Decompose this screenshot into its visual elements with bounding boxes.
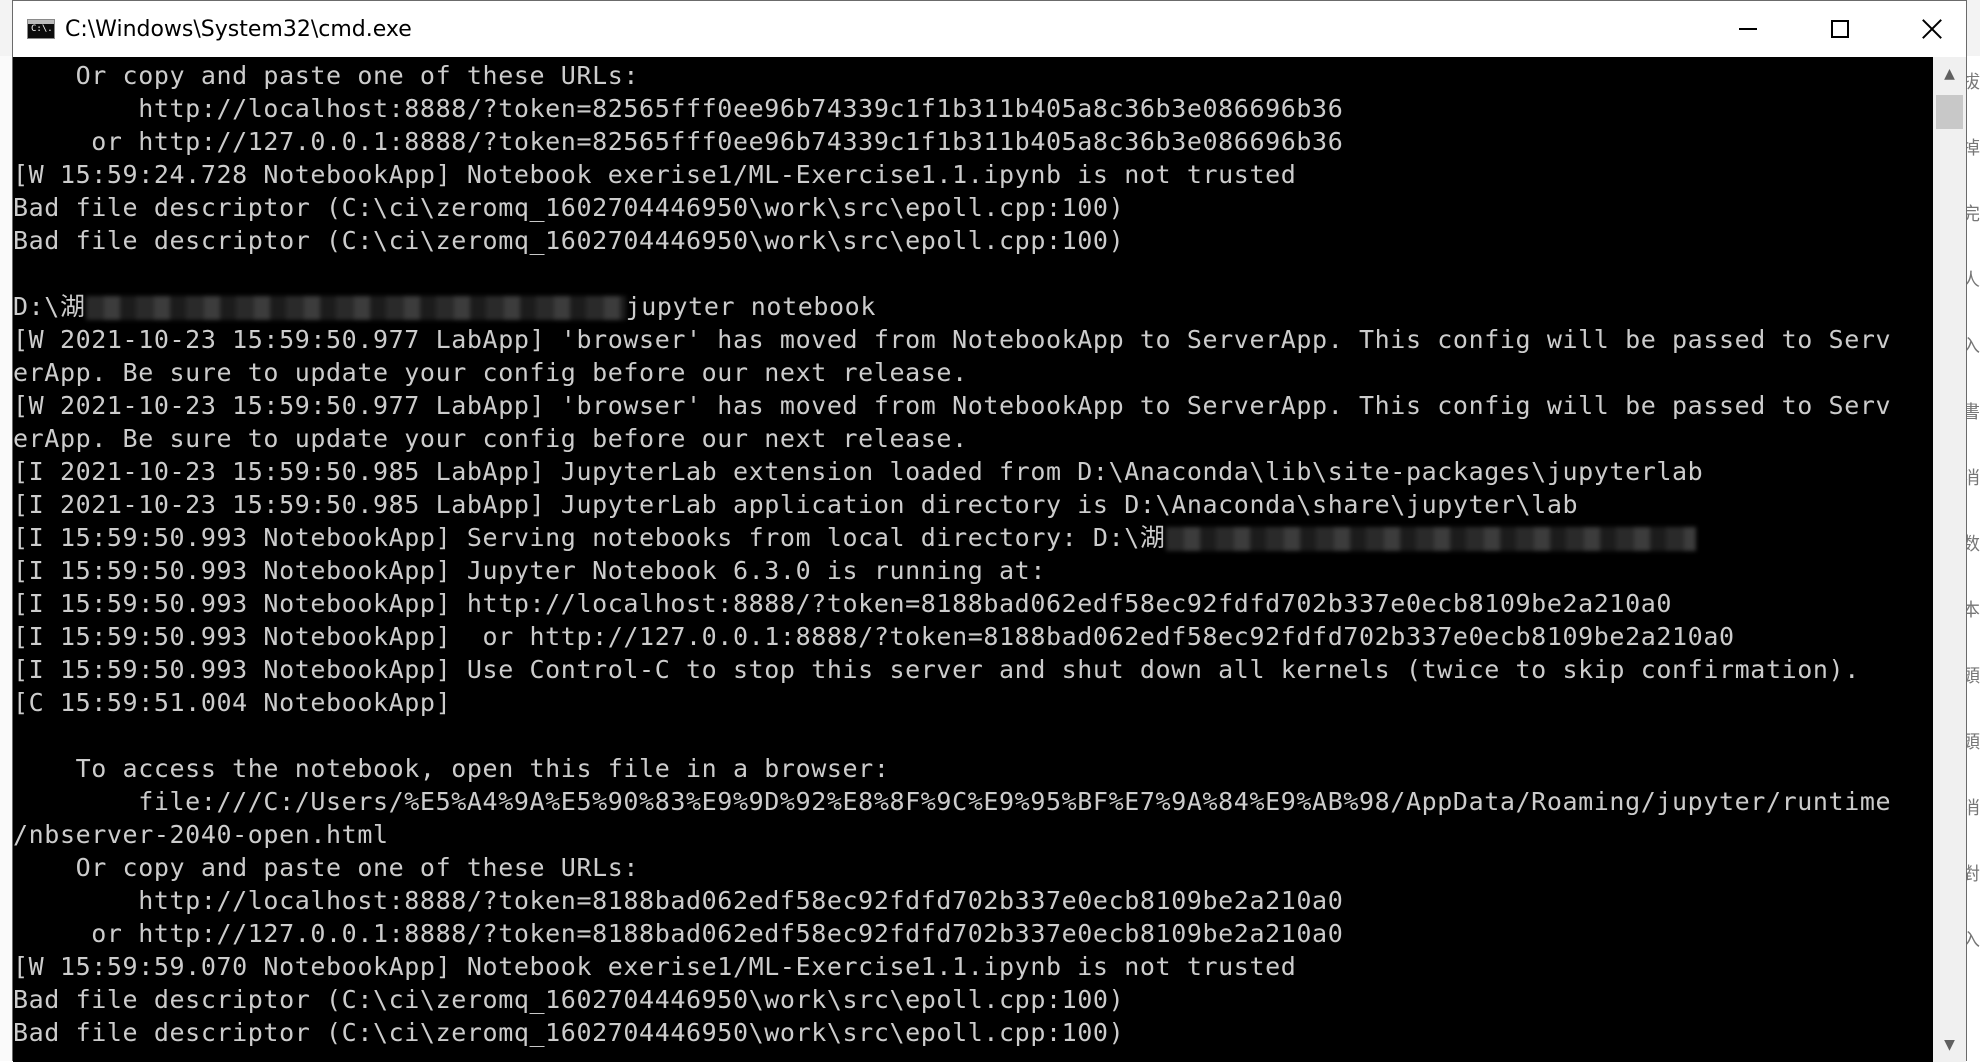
console-line-text: [I 15:59:50.993 NotebookApp] Use Control… (13, 655, 1860, 684)
maximize-button[interactable] (1794, 1, 1886, 57)
console-line-text: [I 2021-10-23 15:59:50.985 LabApp] Jupyt… (13, 490, 1579, 519)
console-line-text: Bad file descriptor (C:\ci\zeromq_160270… (13, 1018, 1125, 1047)
console-line-text: To access the notebook, open this file i… (13, 754, 890, 783)
console-line: [I 2021-10-23 15:59:50.985 LabApp] Jupyt… (13, 455, 1703, 488)
console-line-text: [I 15:59:50.993 NotebookApp] Serving not… (13, 523, 1166, 552)
console-line-text: [I 15:59:50.993 NotebookApp] Jupyter Not… (13, 556, 1046, 585)
console-line-text: [I 2021-10-23 15:59:50.985 LabApp] Jupyt… (13, 457, 1704, 486)
console-line-text: erApp. Be sure to update your config bef… (13, 424, 968, 453)
vertical-scrollbar[interactable]: ▲ ▼ (1933, 57, 1966, 1062)
console-line-text: Bad file descriptor (C:\ci\zeromq_160270… (13, 193, 1125, 222)
cmd-icon[interactable]: C:\. (27, 19, 55, 39)
console-line-text: http://localhost:8888/?token=82565fff0ee… (13, 94, 1344, 123)
console-line-text: or http://127.0.0.1:8888/?token=8188bad0… (13, 919, 1344, 948)
console-line: [I 15:59:50.993 NotebookApp] Serving not… (13, 521, 1696, 554)
console-line: /nbserver-2040-open.html (13, 818, 389, 851)
console-line: or http://127.0.0.1:8888/?token=8188bad0… (13, 917, 1343, 950)
console-line-text: http://localhost:8888/?token=8188bad062e… (13, 886, 1344, 915)
close-icon (1921, 18, 1943, 40)
console-line-text: [I 15:59:50.993 NotebookApp] http://loca… (13, 589, 1673, 618)
console-line: http://localhost:8888/?token=82565fff0ee… (13, 92, 1343, 125)
console-line-text: Or copy and paste one of these URLs: (13, 61, 640, 90)
console-line: http://localhost:8888/?token=8188bad062e… (13, 884, 1343, 917)
console-line: [W 15:59:59.070 NotebookApp] Notebook ex… (13, 950, 1296, 983)
console-line: Bad file descriptor (C:\ci\zeromq_160270… (13, 224, 1124, 257)
console-line: [I 15:59:50.993 NotebookApp] http://loca… (13, 587, 1672, 620)
console-line: Bad file descriptor (C:\ci\zeromq_160270… (13, 983, 1124, 1016)
console-line: [W 15:59:24.728 NotebookApp] Notebook ex… (13, 158, 1296, 191)
console-line-text: Bad file descriptor (C:\ci\zeromq_160270… (13, 226, 1125, 255)
console-line: erApp. Be sure to update your config bef… (13, 356, 968, 389)
console-line: D:\湖 jupyter notebook (13, 290, 876, 323)
close-button[interactable] (1886, 1, 1978, 57)
console-line-text: [W 2021-10-23 15:59:50.977 LabApp] 'brow… (13, 325, 1892, 354)
console-line-text: Bad file descriptor (C:\ci\zeromq_160270… (13, 985, 1125, 1014)
console-line-text: erApp. Be sure to update your config bef… (13, 358, 968, 387)
scroll-down-arrow-icon[interactable]: ▼ (1933, 1028, 1966, 1062)
console-line: Bad file descriptor (C:\ci\zeromq_160270… (13, 191, 1124, 224)
console-line-text: /nbserver-2040-open.html (13, 820, 389, 849)
console-line: or http://127.0.0.1:8888/?token=82565fff… (13, 125, 1343, 158)
console-line: [W 2021-10-23 15:59:50.977 LabApp] 'brow… (13, 323, 1891, 356)
scroll-thumb[interactable] (1936, 95, 1963, 129)
redacted-path (1165, 527, 1696, 551)
console-line: Bad file descriptor (C:\ci\zeromq_160270… (13, 1016, 1124, 1049)
scroll-up-arrow-icon[interactable]: ▲ (1933, 57, 1966, 91)
console-line: Or copy and paste one of these URLs: (13, 851, 639, 884)
title-bar[interactable]: C:\. C:\Windows\System32\cmd.exe (13, 1, 1966, 57)
minimize-icon (1739, 28, 1757, 30)
console-line: [I 15:59:50.993 NotebookApp] or http://1… (13, 620, 1735, 653)
console-line: To access the notebook, open this file i… (13, 752, 889, 785)
console-line-text: [W 15:59:24.728 NotebookApp] Notebook ex… (13, 160, 1297, 189)
console-line-text: [W 15:59:59.070 NotebookApp] Notebook ex… (13, 952, 1297, 981)
console-line-text: D:\湖 (13, 292, 86, 321)
console-line-text: [C 15:59:51.004 NotebookApp] (13, 688, 452, 717)
console-line: [W 2021-10-23 15:59:50.977 LabApp] 'brow… (13, 389, 1891, 422)
console-line-text: [I 15:59:50.993 NotebookApp] or http://1… (13, 622, 1735, 651)
console-line: [C 15:59:51.004 NotebookApp] (13, 686, 451, 719)
console-line: [I 15:59:50.993 NotebookApp] Jupyter Not… (13, 554, 1046, 587)
console-line: file:///C:/Users/%E5%A4%9A%E5%90%83%E9%9… (13, 785, 1891, 818)
console-line: erApp. Be sure to update your config bef… (13, 422, 968, 455)
console-line-text: [W 2021-10-23 15:59:50.977 LabApp] 'brow… (13, 391, 1892, 420)
window-title: C:\Windows\System32\cmd.exe (65, 16, 412, 42)
console-line: [I 2021-10-23 15:59:50.985 LabApp] Jupyt… (13, 488, 1578, 521)
maximize-icon (1831, 20, 1849, 38)
console-line: [I 15:59:50.993 NotebookApp] Use Control… (13, 653, 1860, 686)
console-line-text: file:///C:/Users/%E5%A4%9A%E5%90%83%E9%9… (13, 787, 1892, 816)
command-text: jupyter notebook (625, 292, 876, 321)
minimize-button[interactable] (1702, 1, 1794, 57)
cmd-window: C:\. C:\Windows\System32\cmd.exe Or copy… (12, 0, 1967, 1062)
redacted-path (85, 296, 626, 320)
console-line-text: or http://127.0.0.1:8888/?token=82565fff… (13, 127, 1344, 156)
console-line: Or copy and paste one of these URLs: (13, 59, 639, 92)
console-line-text: Or copy and paste one of these URLs: (13, 853, 640, 882)
console-output[interactable]: Or copy and paste one of these URLs: htt… (13, 57, 1933, 1062)
